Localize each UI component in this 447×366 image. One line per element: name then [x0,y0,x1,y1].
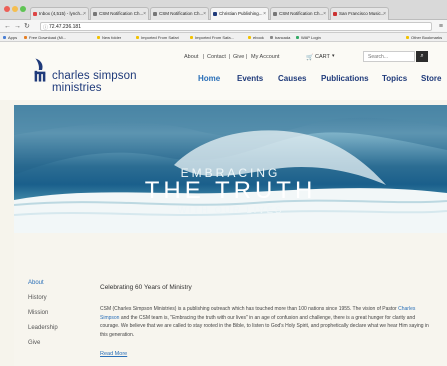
close-tab-icon[interactable]: × [263,8,266,20]
contact-link[interactable]: Contact [207,54,226,60]
read-more-link[interactable]: Read More [100,351,127,357]
bookmark-folder[interactable]: ebook [248,34,264,41]
bookmark-folder-other[interactable]: Other Bookmarks [406,34,442,41]
page-icon [93,12,97,16]
cart-icon[interactable]: 🛒 [306,54,313,61]
about-link[interactable]: About [184,54,198,60]
search-button[interactable]: ⌕ [416,51,428,62]
nav-events[interactable]: Events [237,74,263,83]
page-icon [333,12,337,16]
nav-store[interactable]: Store [421,74,441,83]
page-info-icon[interactable]: ⓘ [43,24,48,32]
hero-heading-line2: THE TRUTH [144,177,317,204]
bookmark-icon [296,36,299,39]
nav-causes[interactable]: Causes [278,74,306,83]
folder-icon [248,36,251,39]
page-icon [213,12,217,16]
close-tab-icon[interactable]: × [83,8,86,20]
close-tab-icon[interactable]: × [323,8,326,20]
bookmark-folder[interactable]: Imported From Safa... [190,34,234,41]
page-icon [153,12,157,16]
search-icon: ⌕ [420,53,424,59]
sidebar-item-leadership[interactable]: Leadership [28,325,58,331]
give-link[interactable]: Give [233,54,244,60]
bookmark-icon [24,36,27,39]
folder-icon [136,36,139,39]
browser-tab[interactable]: CSM Notification Ch... × [270,7,329,20]
utility-separator: | [203,54,205,60]
csm-logo-icon[interactable] [33,54,47,86]
nav-publications[interactable]: Publications [321,74,369,83]
sidebar-item-mission[interactable]: Mission [28,310,48,316]
browser-tab-active[interactable]: Christian Publishing... × [210,7,269,20]
bookmark-folder[interactable]: Imported From Safari [136,34,179,41]
browser-tab[interactable]: Inbox (4,515) - lynch... × [30,7,89,20]
sidebar-item-give[interactable]: Give [28,340,40,346]
close-tab-icon[interactable]: × [203,8,206,20]
chevron-down-icon[interactable]: ▾ [332,53,335,59]
utility-separator: | [229,54,231,60]
sidebar-item-history[interactable]: History [28,295,47,301]
bookmark-icon [270,36,273,39]
intro-paragraph: CSM (Charles Simpson Ministries) is a pu… [100,306,429,338]
nav-topics[interactable]: Topics [382,74,407,83]
bookmarks-bar: Apps Free Download (Mi... New folder Imp… [0,33,447,42]
cart-label[interactable]: CART [315,54,330,60]
folder-icon [406,36,409,39]
my-account-link[interactable]: My Account [251,54,279,60]
browser-menu-icon[interactable]: ≡ [439,22,443,31]
close-window-button[interactable] [4,6,10,12]
address-bar-row: ← → ↻ ⓘ 72.47.236.181 ≡ [0,20,447,33]
zoom-window-button[interactable] [20,6,26,12]
bookmark-apps[interactable]: Apps [3,34,17,41]
browser-tab[interactable]: CSM Notification Ch... × [90,7,149,20]
sidebar-item-about[interactable]: About [28,280,44,286]
page-icon [273,12,277,16]
browser-tab-bar: Inbox (4,515) - lynch... × CSM Notificati… [0,0,447,20]
folder-icon [97,36,100,39]
back-arrow-icon[interactable]: ← [4,22,11,31]
close-tab-icon[interactable]: × [143,8,146,20]
bookmark-item[interactable]: WAP Login [296,34,321,41]
section-title: Celebrating 60 Years of Ministry [100,284,192,291]
nav-home[interactable]: Home [198,74,220,83]
gmail-icon [33,12,37,16]
browser-tab[interactable]: San Francisco Music... × [330,7,389,20]
bookmark-item[interactable]: bancada [270,34,290,41]
hero-heading-line3: WITH OUR LIVES [177,205,284,216]
utility-separator: | [246,54,248,60]
minimize-window-button[interactable] [12,6,18,12]
content-area [14,233,447,366]
reload-icon[interactable]: ↻ [24,22,30,31]
logo-text-line2[interactable]: ministries [52,82,102,94]
apps-icon [3,36,6,39]
bookmark-item[interactable]: Free Download (Mi... [24,34,66,41]
bookmark-folder[interactable]: New folder [97,34,121,41]
folder-icon [190,36,193,39]
logo-text-line1[interactable]: charles simpson [52,70,137,82]
search-input[interactable] [363,51,415,62]
forward-arrow-icon[interactable]: → [14,22,21,31]
browser-tab[interactable]: CSM Notification Ch... × [150,7,209,20]
url-field[interactable]: ⓘ 72.47.236.181 [40,22,432,31]
close-tab-icon[interactable]: × [383,8,386,20]
